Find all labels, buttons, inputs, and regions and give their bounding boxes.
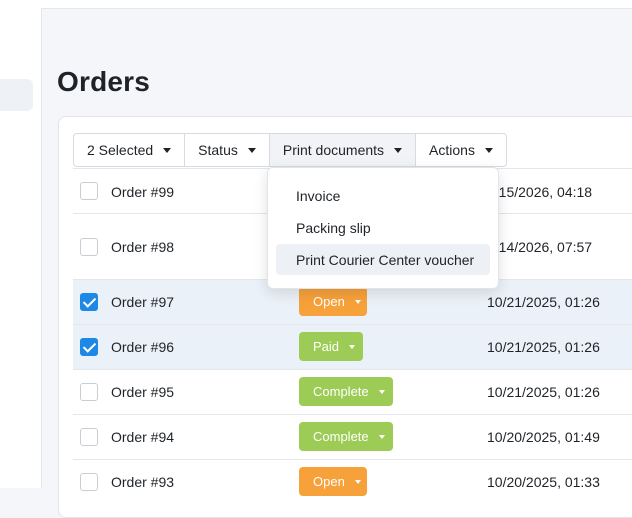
menu-item-courier-voucher[interactable]: Print Courier Center voucher [276, 244, 490, 275]
row-checkbox[interactable] [80, 383, 98, 401]
chevron-down-icon [378, 434, 385, 439]
chevron-down-icon [354, 299, 361, 304]
status-label: Status [198, 142, 238, 158]
actions-button[interactable]: Actions [416, 134, 506, 166]
status-badge-label: Complete [313, 429, 369, 444]
order-date: 10/21/2025, 01:26 [487, 384, 600, 400]
status-badge-complete[interactable]: Complete [299, 377, 393, 406]
chevron-down-icon [394, 147, 403, 153]
menu-item-packing-slip[interactable]: Packing slip [276, 212, 490, 243]
status-badge-open[interactable]: Open [299, 467, 367, 496]
row-checkbox[interactable] [80, 238, 98, 256]
order-date: 7/15/2026, 04:18 [487, 184, 593, 200]
order-number[interactable]: Order #99 [111, 184, 174, 200]
chevron-down-icon [484, 147, 493, 153]
status-badge-label: Open [313, 474, 345, 489]
order-number[interactable]: Order #96 [111, 339, 174, 355]
chevron-down-icon [354, 479, 361, 484]
chevron-down-icon [349, 344, 356, 349]
chevron-down-icon [163, 147, 172, 153]
status-badge-label: Complete [313, 384, 369, 399]
status-badge-complete[interactable]: Complete [299, 422, 393, 451]
print-documents-label: Print documents [282, 142, 385, 158]
status-button[interactable]: Status [185, 134, 270, 166]
page-title: Orders [57, 66, 151, 97]
row-checkbox[interactable] [80, 182, 98, 200]
status-badge-label: Open [313, 294, 345, 309]
status-badge-label: Paid [313, 339, 340, 354]
row-checkbox-checked[interactable] [80, 293, 98, 311]
table-row[interactable]: Order #95 Complete 10/21/2025, 01:26 [73, 369, 632, 415]
chevron-down-icon [247, 147, 256, 153]
table-row[interactable]: Order #93 Open 10/20/2025, 01:33 [73, 459, 632, 496]
selected-count-button[interactable]: 2 Selected [74, 134, 186, 166]
order-number[interactable]: Order #94 [111, 429, 174, 445]
order-date: 7/14/2026, 07:57 [487, 239, 593, 255]
order-number[interactable]: Order #97 [111, 294, 174, 310]
actions-label: Actions [429, 142, 475, 158]
order-date: 10/20/2025, 01:49 [487, 429, 600, 445]
bulk-toolbar: 2 Selected Status Print documents Action… [73, 133, 507, 167]
table-row[interactable]: Order #94 Complete 10/20/2025, 01:49 [73, 414, 632, 460]
top-bar [0, 0, 632, 9]
row-checkbox[interactable] [80, 428, 98, 446]
print-documents-menu: Invoice Packing slip Print Courier Cente… [267, 167, 499, 289]
order-date: 10/21/2025, 01:26 [487, 339, 600, 355]
menu-item-invoice[interactable]: Invoice [276, 180, 490, 211]
status-badge-open[interactable]: Open [299, 287, 367, 316]
order-number[interactable]: Order #95 [111, 384, 174, 400]
table-row[interactable]: Order #96 Paid 10/21/2025, 01:26 [73, 324, 632, 370]
selected-count-label: 2 Selected [87, 142, 154, 158]
sidebar [0, 8, 42, 488]
row-checkbox[interactable] [80, 473, 98, 491]
status-badge-paid[interactable]: Paid [299, 332, 363, 361]
row-checkbox-checked[interactable] [80, 338, 98, 356]
sidebar-active-item[interactable] [0, 79, 33, 111]
chevron-down-icon [378, 389, 385, 394]
order-date: 10/21/2025, 01:26 [487, 294, 600, 310]
order-number[interactable]: Order #98 [111, 239, 174, 255]
print-documents-button[interactable]: Print documents [269, 134, 417, 166]
